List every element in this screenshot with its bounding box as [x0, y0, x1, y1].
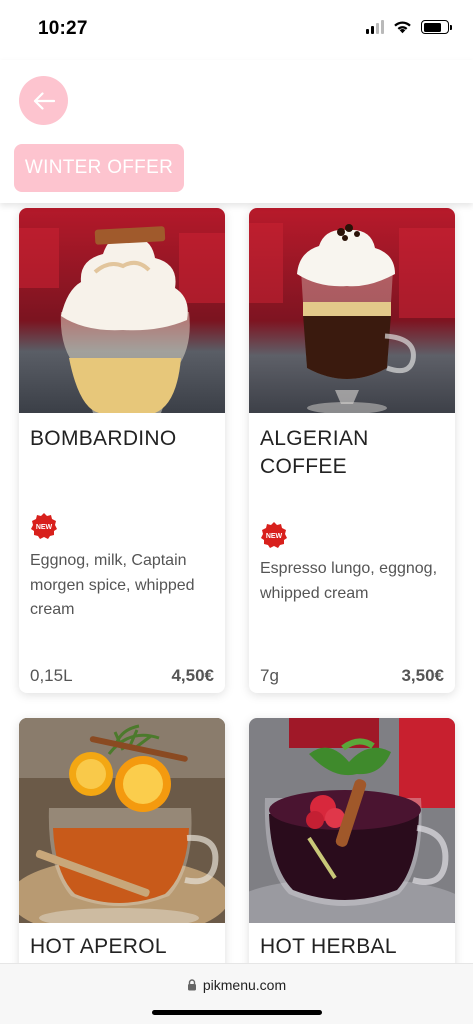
home-indicator[interactable] [152, 1010, 322, 1015]
status-bar: 10:27 [0, 0, 473, 60]
product-title: HOT HERBAL [260, 935, 397, 958]
product-title: HOT APEROL [30, 935, 167, 958]
product-image-bombardino [19, 208, 225, 413]
battery-icon [421, 20, 452, 34]
new-badge-icon: NEW [31, 513, 57, 539]
browser-url-bar[interactable]: pikmenu.com [0, 963, 473, 1024]
url-text: pikmenu.com [202, 977, 287, 993]
menu-header: WINTER OFFER [0, 60, 473, 203]
back-button[interactable] [19, 76, 68, 125]
product-size: 7g [260, 666, 279, 685]
product-size: 0,15L [30, 666, 73, 685]
svg-text:NEW: NEW [36, 524, 53, 531]
new-badge-icon: NEW [261, 522, 287, 548]
category-chip-winter-offer[interactable]: WINTER OFFER [14, 144, 184, 192]
product-price: 4,50€ [171, 666, 214, 685]
lock-icon [187, 979, 196, 991]
product-image-hot-aperol [19, 718, 225, 923]
product-card[interactable]: ALGERIAN COFFEE NEW Espresso lungo, eggn… [249, 208, 455, 693]
status-icons [366, 20, 452, 34]
product-description: Espresso lungo, eggnog, whipped cream [260, 560, 438, 602]
product-grid: BOMBARDINO NEW Eggnog, milk, Captain mor… [0, 203, 473, 963]
product-description: Eggnog, milk, Captain morgen spice, whip… [30, 552, 195, 618]
status-time: 10:27 [38, 18, 88, 39]
product-card[interactable]: BOMBARDINO NEW Eggnog, milk, Captain mor… [19, 208, 225, 693]
product-price: 3,50€ [401, 666, 444, 685]
product-title: BOMBARDINO [30, 427, 177, 450]
svg-text:NEW: NEW [266, 533, 283, 540]
cellular-signal-icon [366, 20, 384, 34]
product-card[interactable]: HOT HERBAL [249, 718, 455, 963]
arrow-left-icon [33, 91, 55, 110]
url-display[interactable]: pikmenu.com [0, 977, 473, 993]
product-image-algerian-coffee [249, 208, 455, 413]
product-card[interactable]: HOT APEROL [19, 718, 225, 963]
wifi-icon [394, 21, 411, 34]
product-image-hot-herbal [249, 718, 455, 923]
product-title: ALGERIAN COFFEE [260, 427, 369, 478]
